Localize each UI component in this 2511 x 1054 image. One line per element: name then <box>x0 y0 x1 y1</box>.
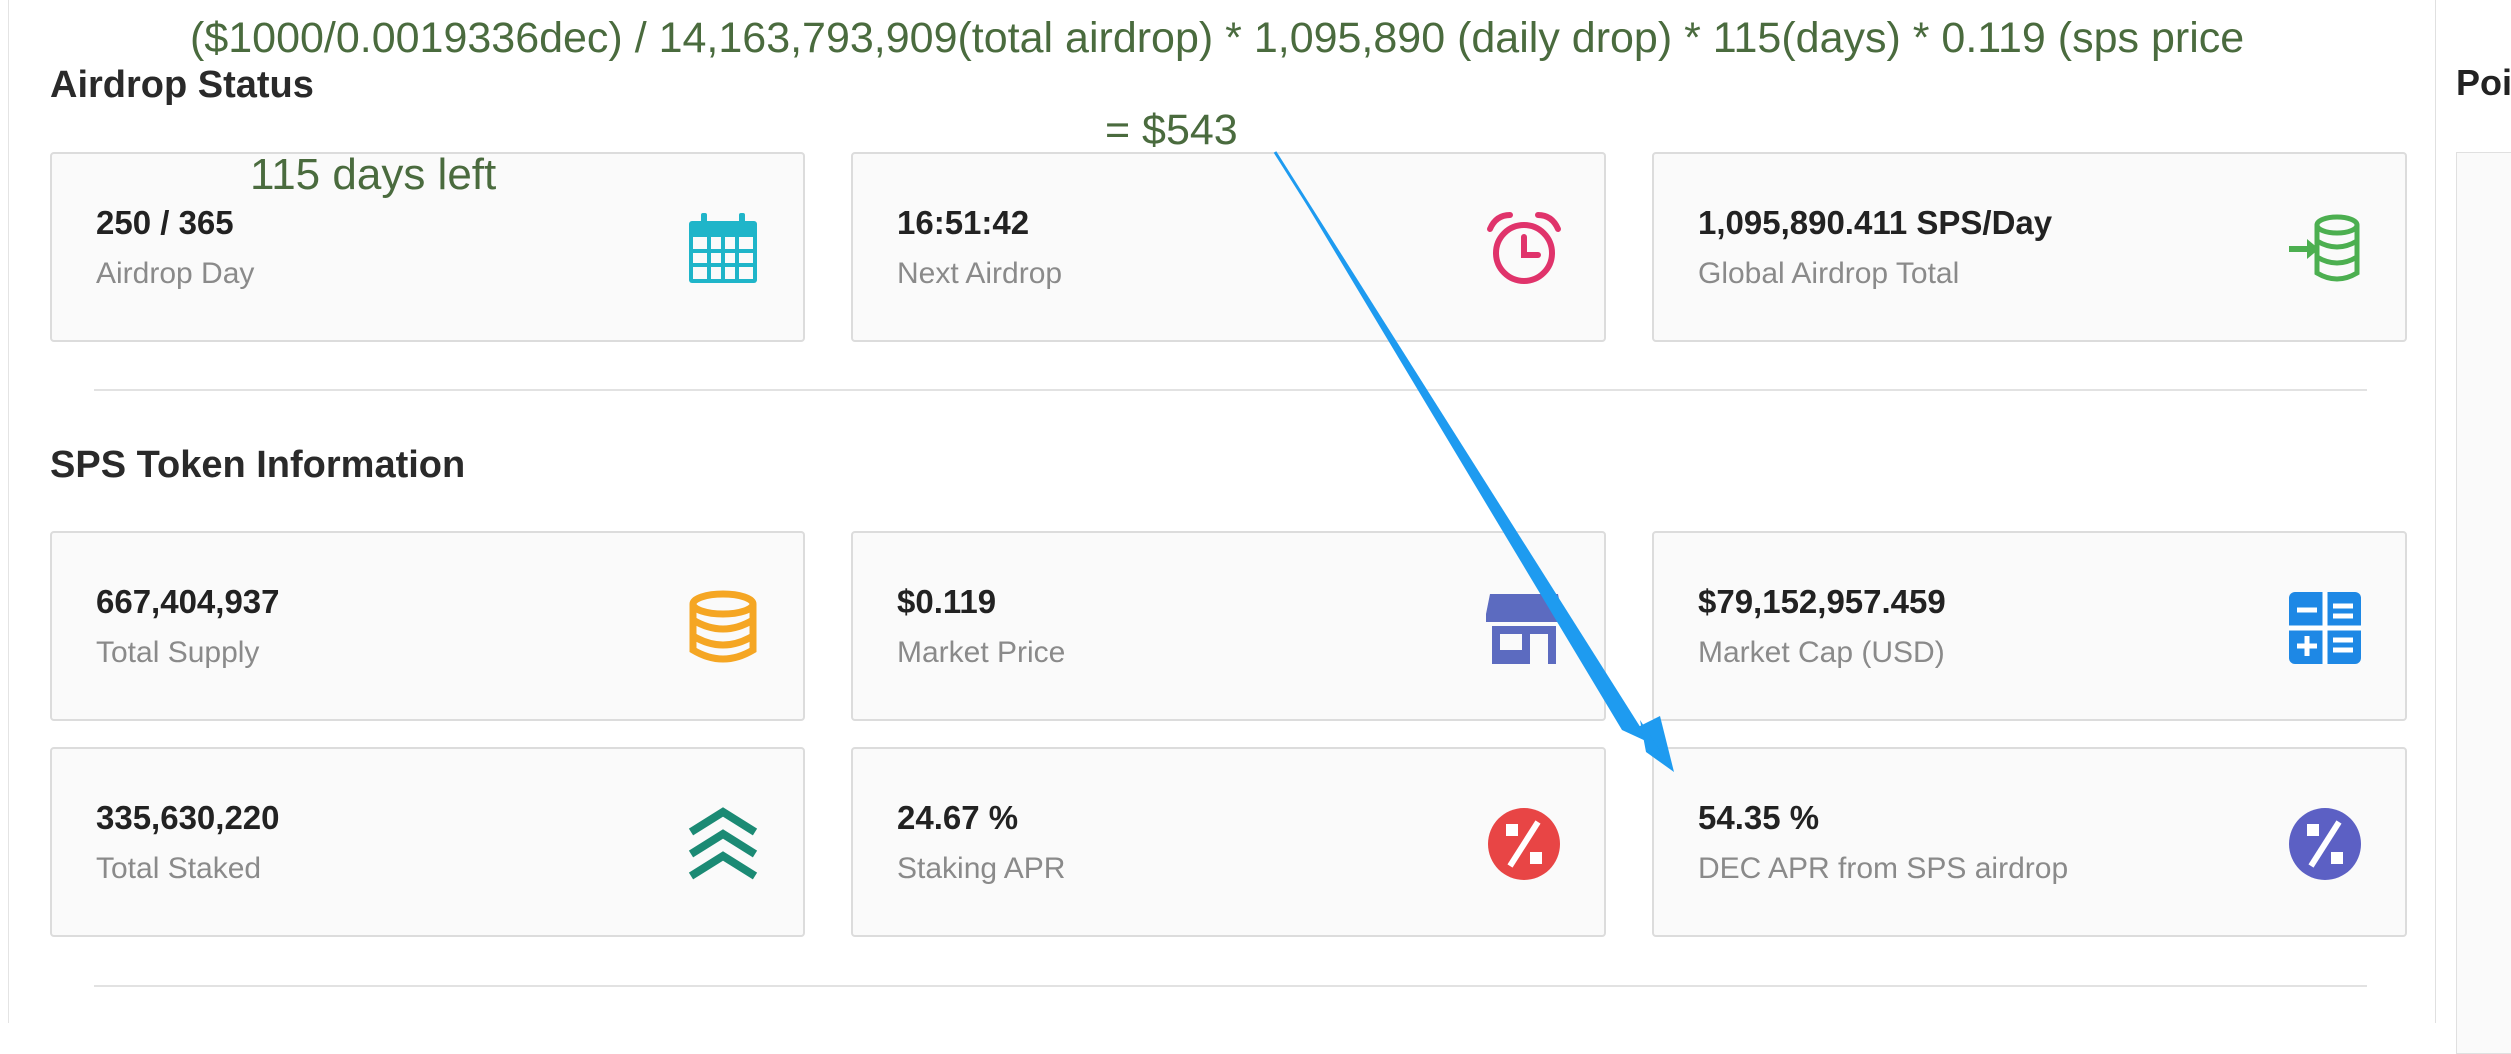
staking-apr-label: Staking APR <box>897 852 1066 885</box>
total-supply-label: Total Supply <box>96 636 260 669</box>
market-price-card: $0.119 Market Price <box>851 531 1606 721</box>
global-airdrop-total-label: Global Airdrop Total <box>1698 257 1960 290</box>
percent-icon <box>1488 808 1560 880</box>
market-price-label: Market Price <box>897 636 1066 669</box>
sps-token-info-title: SPS Token Information <box>50 444 466 486</box>
right-panel-box <box>2456 152 2511 1054</box>
database-import-icon <box>2289 214 2360 282</box>
total-staked-label: Total Staked <box>96 852 262 885</box>
right-panel: Poi <box>2435 0 2511 1054</box>
total-staked-card: 335,630,220 Total Staked <box>50 747 805 937</box>
alarm-clock-icon <box>1487 212 1561 284</box>
chevrons-up-icon <box>688 807 758 880</box>
airdrop-day-label: Airdrop Day <box>96 257 255 290</box>
section-divider <box>94 389 2367 391</box>
calendar-icon <box>689 213 757 283</box>
dec-apr-label: DEC APR from SPS airdrop <box>1698 852 2069 885</box>
next-airdrop-label: Next Airdrop <box>897 257 1063 290</box>
next-airdrop-value: 16:51:42 <box>897 204 1030 241</box>
market-cap-value: $79,152,957.459 <box>1698 583 1946 620</box>
global-airdrop-total-card: 1,095,890.411 SPS/Day Global Airdrop Tot… <box>1652 152 2407 342</box>
total-supply-card: 667,404,937 Total Supply <box>50 531 805 721</box>
airdrop-day-value: 250 / 365 <box>96 204 234 241</box>
staking-apr-value: 24.67 % <box>897 799 1019 836</box>
right-panel-title: Poi <box>2456 62 2511 103</box>
next-airdrop-card: 16:51:42 Next Airdrop <box>851 152 1606 342</box>
total-staked-value: 335,630,220 <box>96 799 280 836</box>
dec-apr-value: 54.35 % <box>1698 799 1820 836</box>
dec-apr-card: 54.35 % DEC APR from SPS airdrop <box>1652 747 2407 937</box>
market-cap-label: Market Cap (USD) <box>1698 636 1945 669</box>
airdrop-status-title: Airdrop Status <box>50 64 314 106</box>
coin-stack-icon <box>689 590 757 663</box>
calculator-icon <box>2289 592 2361 664</box>
formula-annotation: ($1000/0.0019336dec) / 14,163,793,909(to… <box>190 14 2245 62</box>
bottom-divider <box>94 985 2367 987</box>
staking-apr-card: 24.67 % Staking APR <box>851 747 1606 937</box>
total-supply-value: 667,404,937 <box>96 583 280 620</box>
global-airdrop-total-value: 1,095,890.411 SPS/Day <box>1698 204 2053 241</box>
market-price-value: $0.119 <box>897 583 997 620</box>
result-annotation: = $543 <box>1105 106 1238 154</box>
days-left-annotation: 115 days left <box>250 150 497 199</box>
storefront-icon <box>1486 594 1562 664</box>
market-cap-card: $79,152,957.459 Market Cap (USD) <box>1652 531 2407 721</box>
percent-icon <box>2289 808 2361 880</box>
